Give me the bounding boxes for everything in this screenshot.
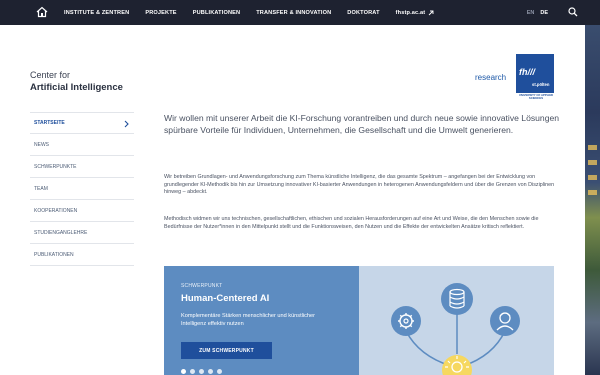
carousel-dots	[181, 369, 222, 374]
focus-teaser-carousel: SCHWERPUNKT Human-Centered AI Komplement…	[164, 266, 554, 375]
human-centered-ai-illustration	[391, 283, 520, 375]
carousel-dot[interactable]	[181, 369, 186, 374]
nav-publikationen[interactable]: PUBLIKATIONEN	[193, 10, 241, 16]
nav-fhstp-label: fhstp.ac.at	[395, 9, 426, 16]
user-icon	[490, 306, 520, 336]
teaser-description: Komplementäre Stärken menschlicher und k…	[181, 313, 316, 327]
logo-main-text: fh///	[519, 67, 535, 77]
teaser-text-panel: SCHWERPUNKT Human-Centered AI Komplement…	[164, 266, 359, 375]
sidebar-item-label: KOOPERATIONEN	[34, 207, 78, 214]
logo-subtitle: UNIVERSITY OF APPLIED SCIENCES	[518, 93, 554, 101]
lead-text: Wir wollen mit unserer Arbeit die KI-For…	[164, 113, 560, 135]
fh-st-poelten-logo[interactable]: fh/// st.pölten	[516, 54, 554, 93]
language-en[interactable]: EN	[527, 10, 535, 16]
side-navigation: STARTSEITE NEWS SCHWERPUNKTE TEAM KOOPER…	[30, 112, 134, 266]
sidebar-item-team[interactable]: TEAM	[30, 178, 134, 200]
teaser-title: Human-Centered AI	[181, 293, 270, 304]
photo-window	[588, 145, 597, 150]
page-title: Artificial Intelligence	[30, 82, 123, 93]
external-link-icon	[428, 10, 434, 15]
top-navigation-bar: INSTITUTE & ZENTREN PROJEKTE PUBLIKATION…	[0, 0, 600, 25]
nav-projekte[interactable]: PROJEKTE	[145, 10, 176, 16]
campus-photo	[585, 25, 600, 375]
nav-institute-zentren[interactable]: INSTITUTE & ZENTREN	[64, 10, 129, 16]
body-paragraph-1: Wir betreiben Grundlagen- und Anwendungs…	[164, 174, 555, 196]
sidebar-item-news[interactable]: NEWS	[30, 134, 134, 156]
main-nav: INSTITUTE & ZENTREN PROJEKTE PUBLIKATION…	[64, 0, 450, 25]
nav-transfer-innovation[interactable]: TRANSFER & INNOVATION	[256, 10, 331, 16]
sidebar-item-label: TEAM	[34, 185, 48, 192]
sidebar-item-kooperationen[interactable]: KOOPERATIONEN	[30, 200, 134, 222]
search-icon[interactable]	[568, 7, 578, 17]
sidebar-item-label: STARTSEITE	[34, 120, 65, 126]
photo-window	[588, 190, 597, 195]
sidebar-item-schwerpunkte[interactable]: SCHWERPUNKTE	[30, 156, 134, 178]
zum-schwerpunkt-button[interactable]: ZUM SCHWERPUNKT	[181, 342, 272, 359]
nav-fhstp-link[interactable]: fhstp.ac.at	[396, 10, 435, 16]
sidebar-item-label: STUDIENGANGLEHRE	[34, 229, 88, 236]
sidebar-item-studienganglehre[interactable]: STUDIENGANGLEHRE	[30, 222, 134, 244]
nav-doktorat[interactable]: DOKTORAT	[347, 10, 379, 16]
photo-window	[588, 160, 597, 165]
carousel-dot[interactable]	[208, 369, 213, 374]
carousel-dot[interactable]	[217, 369, 222, 374]
language-switcher: EN DE	[527, 0, 548, 25]
logo-city-text: st.pölten	[532, 82, 550, 87]
chevron-right-icon	[124, 120, 129, 128]
sidebar-item-publikationen[interactable]: PUBLIKATIONEN	[30, 244, 134, 266]
gear-icon	[391, 306, 421, 336]
carousel-dot[interactable]	[190, 369, 195, 374]
sidebar-item-startseite[interactable]: STARTSEITE	[30, 112, 134, 134]
sidebar-item-label: NEWS	[34, 141, 49, 148]
research-label[interactable]: research	[475, 73, 506, 82]
teaser-kicker: SCHWERPUNKT	[181, 283, 223, 289]
lightbulb-icon	[442, 355, 472, 375]
language-de[interactable]: DE	[540, 10, 548, 16]
center-for-label: Center for	[30, 70, 71, 80]
home-icon[interactable]	[36, 6, 48, 18]
photo-window	[588, 175, 597, 180]
carousel-dot[interactable]	[199, 369, 204, 374]
database-icon	[441, 283, 473, 315]
sidebar-item-label: PUBLIKATIONEN	[34, 251, 74, 258]
body-paragraph-2: Methodisch widmen wir uns technischen, g…	[164, 216, 539, 230]
sidebar-item-label: SCHWERPUNKTE	[34, 163, 77, 170]
